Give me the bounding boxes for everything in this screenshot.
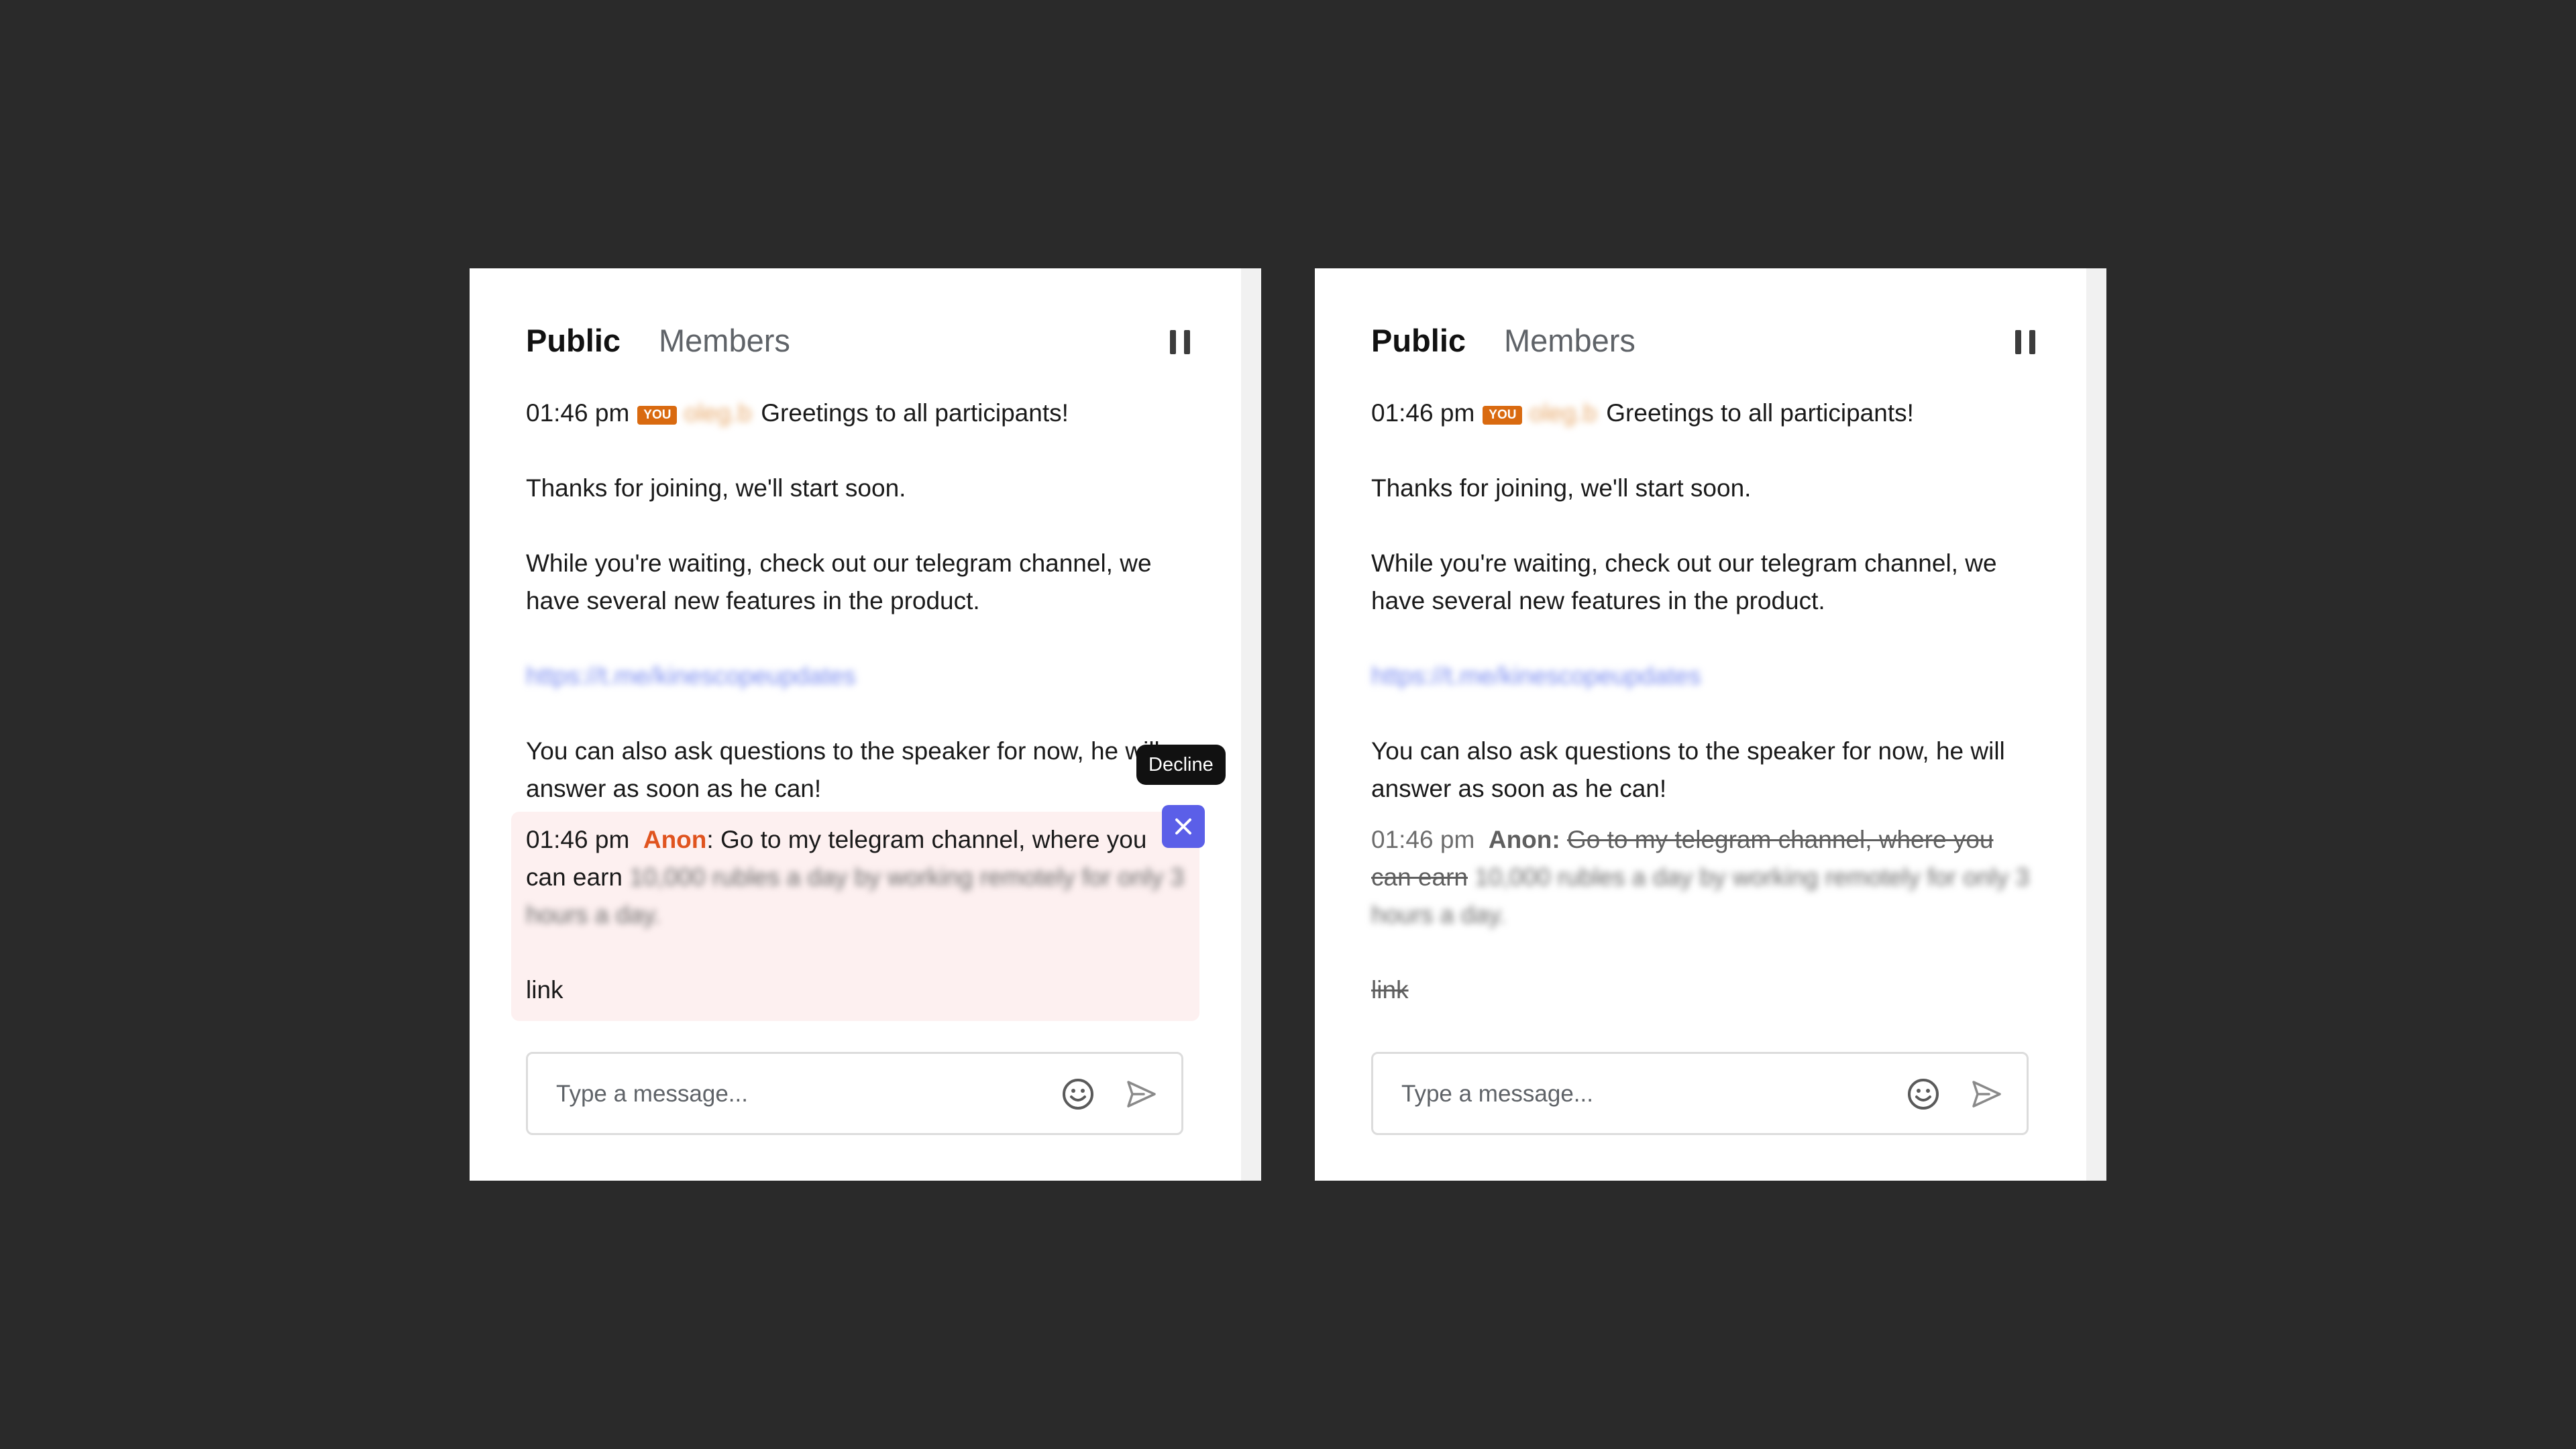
message-thanks: Thanks for joining, we'll start soon. <box>1371 474 1752 502</box>
message-link-row: https://t.me/kinescopeupdates <box>1371 657 2042 695</box>
declined-text-line1: Go to my telegram channel, where you <box>1566 826 1994 853</box>
tab-members[interactable]: Members <box>659 321 790 361</box>
flagged-line2: can earn 10,000 rubles a day by working … <box>526 859 1197 896</box>
scrollbar-track[interactable] <box>2086 268 2106 1181</box>
message-author: oleg.b <box>1529 399 1597 427</box>
smiley-icon <box>1908 1079 1939 1110</box>
message-composer <box>526 1052 1183 1135</box>
emoji-button[interactable] <box>1906 1077 1941 1112</box>
message-composer <box>1371 1052 2029 1135</box>
message-input[interactable] <box>555 1074 1040 1114</box>
message-greeting: 01:46 pm YOU oleg.b Greetings to all partic… <box>526 394 1197 432</box>
declined-blurred-text: 10,000 rubles a day by working remotely … <box>1474 863 2030 891</box>
author-colon: : <box>1552 826 1560 853</box>
message-author-anon: Anon <box>1488 826 1552 853</box>
flagged-text-line1: Go to my telegram channel, where you <box>720 826 1147 853</box>
tab-public[interactable]: Public <box>1371 321 1466 361</box>
declined-text-line2: can earn <box>1371 863 1468 891</box>
flagged-link-word: link <box>526 976 564 1004</box>
flagged-line3: hours a day. <box>526 896 1197 934</box>
message-list: 01:46 pm YOU oleg.b Greetings to all partic… <box>1371 394 2042 808</box>
smiley-icon <box>1063 1079 1093 1110</box>
message-ask-line1: You can also ask questions to the speake… <box>526 737 1160 765</box>
telegram-link[interactable]: https://t.me/kinescopeupdates <box>1371 657 1701 695</box>
message-time: 01:46 pm <box>526 399 630 427</box>
stage: Public Members 01:46 pm YOU oleg.b Greeting… <box>0 0 2576 1449</box>
declined-message: 01:46 pm Anon: Go to my telegram channel… <box>1371 821 2042 1009</box>
declined-line2: can earn 10,000 rubles a day by working … <box>1371 859 2042 896</box>
author-colon: : <box>706 826 714 853</box>
decline-tooltip: Decline <box>1136 745 1226 785</box>
message-text: Greetings to all participants! <box>761 399 1069 427</box>
you-badge: YOU <box>1483 406 1523 425</box>
send-button[interactable] <box>1124 1077 1159 1112</box>
declined-line3: hours a day. <box>1371 896 2042 934</box>
message-link-row: https://t.me/kinescopeupdates <box>526 657 1197 695</box>
send-icon <box>1972 1081 2001 1108</box>
message-author: oleg.b <box>684 399 752 427</box>
flagged-blurred-text-end: hours a day. <box>526 901 661 928</box>
flagged-line1: 01:46 pm Anon: Go to my telegram channel… <box>526 821 1197 859</box>
telegram-link[interactable]: https://t.me/kinescopeupdates <box>526 657 856 695</box>
close-icon <box>1175 818 1191 835</box>
message-waiting-line1: While you're waiting, check out our tele… <box>1371 549 1997 577</box>
message-waiting-line2: have several new features in the product… <box>526 587 980 614</box>
you-badge: YOU <box>637 406 678 425</box>
chat-header: Public Members <box>526 321 1205 361</box>
message-time: 01:46 pm <box>526 826 630 853</box>
decline-button[interactable] <box>1162 805 1205 848</box>
emoji-button[interactable] <box>1061 1077 1095 1112</box>
flagged-message: 01:46 pm Anon: Go to my telegram channel… <box>526 821 1197 1009</box>
tab-members[interactable]: Members <box>1504 321 1635 361</box>
scrollbar-track[interactable] <box>1241 268 1261 1181</box>
pause-button[interactable] <box>1170 330 1190 354</box>
tab-public[interactable]: Public <box>526 321 621 361</box>
message-greeting: 01:46 pm YOU oleg.b Greetings to all partic… <box>1371 394 2042 432</box>
message-ask-line2: answer as soon as he can! <box>526 775 822 802</box>
message-waiting-line1: While you're waiting, check out our tele… <box>526 549 1152 577</box>
message-list: 01:46 pm YOU oleg.b Greetings to all partic… <box>526 394 1197 808</box>
declined-line1: 01:46 pm Anon: Go to my telegram channel… <box>1371 821 2042 859</box>
message-input[interactable] <box>1400 1074 1886 1114</box>
declined-link-text: link <box>1371 976 1409 1004</box>
message-author-anon: Anon <box>643 826 707 853</box>
message-thanks: Thanks for joining, we'll start soon. <box>526 474 906 502</box>
chat-header: Public Members <box>1371 321 2050 361</box>
chat-panel-declined: Public Members 01:46 pm YOU oleg.b Greeting… <box>1315 268 2106 1181</box>
pause-button[interactable] <box>2015 330 2035 354</box>
send-button[interactable] <box>1969 1077 2004 1112</box>
send-icon <box>1127 1081 1156 1108</box>
flagged-text-line2: can earn <box>526 863 623 891</box>
chat-panel-moderation: Public Members 01:46 pm YOU oleg.b Greeting… <box>470 268 1261 1181</box>
message-text: Greetings to all participants! <box>1606 399 1914 427</box>
flagged-blurred-text: 10,000 rubles a day by working remotely … <box>629 863 1185 891</box>
message-ask-line2: answer as soon as he can! <box>1371 775 1667 802</box>
message-time: 01:46 pm <box>1371 399 1475 427</box>
message-waiting-line2: have several new features in the product… <box>1371 587 1825 614</box>
declined-blurred-text-end: hours a day. <box>1371 901 1506 928</box>
declined-link-word: link <box>1371 971 2042 1009</box>
message-ask-line1: You can also ask questions to the speake… <box>1371 737 2005 765</box>
message-time: 01:46 pm <box>1371 826 1475 853</box>
